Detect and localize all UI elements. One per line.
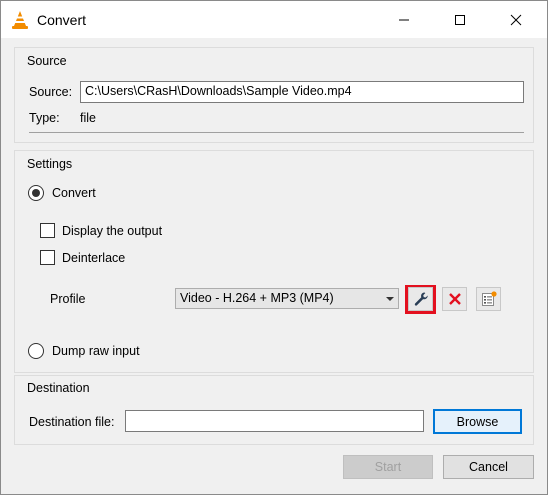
vlc-cone-icon: [12, 11, 28, 29]
source-group: Source Source: C:\Users\CRasH\Downloads\…: [14, 47, 534, 143]
display-output-checkbox[interactable]: [40, 223, 55, 238]
convert-radio[interactable]: [28, 185, 44, 201]
new-profile-button[interactable]: [476, 287, 501, 311]
destination-file-input[interactable]: [125, 410, 424, 432]
delete-profile-button[interactable]: [442, 287, 467, 311]
dump-raw-label: Dump raw input: [52, 344, 140, 358]
source-path-input[interactable]: C:\Users\CRasH\Downloads\Sample Video.mp…: [80, 81, 524, 103]
destination-group: Destination Destination file: Browse: [14, 375, 534, 445]
maximize-button[interactable]: [437, 1, 483, 38]
settings-group: Settings Convert Display the output Dein…: [14, 150, 534, 373]
red-x-icon: [448, 293, 461, 305]
type-label: Type:: [29, 111, 60, 125]
wrench-icon: [414, 292, 428, 306]
display-output-label: Display the output: [62, 224, 163, 238]
profile-select-value: Video - H.264 + MP3 (MP4): [180, 291, 334, 305]
source-group-title: Source: [27, 54, 67, 68]
maximize-icon: [455, 14, 465, 25]
destination-group-title: Destination: [27, 381, 90, 395]
type-value: file: [80, 111, 96, 125]
convert-label: Convert: [52, 186, 96, 200]
deinterlace-checkbox[interactable]: [40, 250, 55, 265]
title-bar: Convert: [1, 1, 547, 38]
minimize-icon: [399, 19, 409, 20]
profile-label: Profile: [50, 292, 86, 306]
chevron-down-icon: [386, 297, 394, 301]
cancel-button[interactable]: Cancel: [443, 455, 534, 479]
profile-select[interactable]: Video - H.264 + MP3 (MP4): [175, 288, 399, 309]
source-divider: [29, 132, 524, 133]
convert-dialog: Convert Source Source: C:\Users\CRasH\Do…: [0, 0, 548, 495]
window-title: Convert: [37, 12, 87, 28]
destination-file-label: Destination file:: [29, 415, 115, 429]
settings-group-title: Settings: [27, 157, 73, 171]
edit-profile-button[interactable]: [408, 287, 433, 311]
start-button[interactable]: Start: [343, 455, 433, 479]
source-label: Source:: [29, 85, 73, 99]
close-button[interactable]: [493, 1, 539, 38]
close-icon: [510, 14, 522, 25]
list-new-icon: [481, 291, 497, 306]
deinterlace-label: Deinterlace: [62, 251, 126, 265]
browse-button[interactable]: Browse: [433, 409, 522, 434]
minimize-button[interactable]: [381, 1, 427, 38]
dump-raw-radio[interactable]: [28, 343, 44, 359]
